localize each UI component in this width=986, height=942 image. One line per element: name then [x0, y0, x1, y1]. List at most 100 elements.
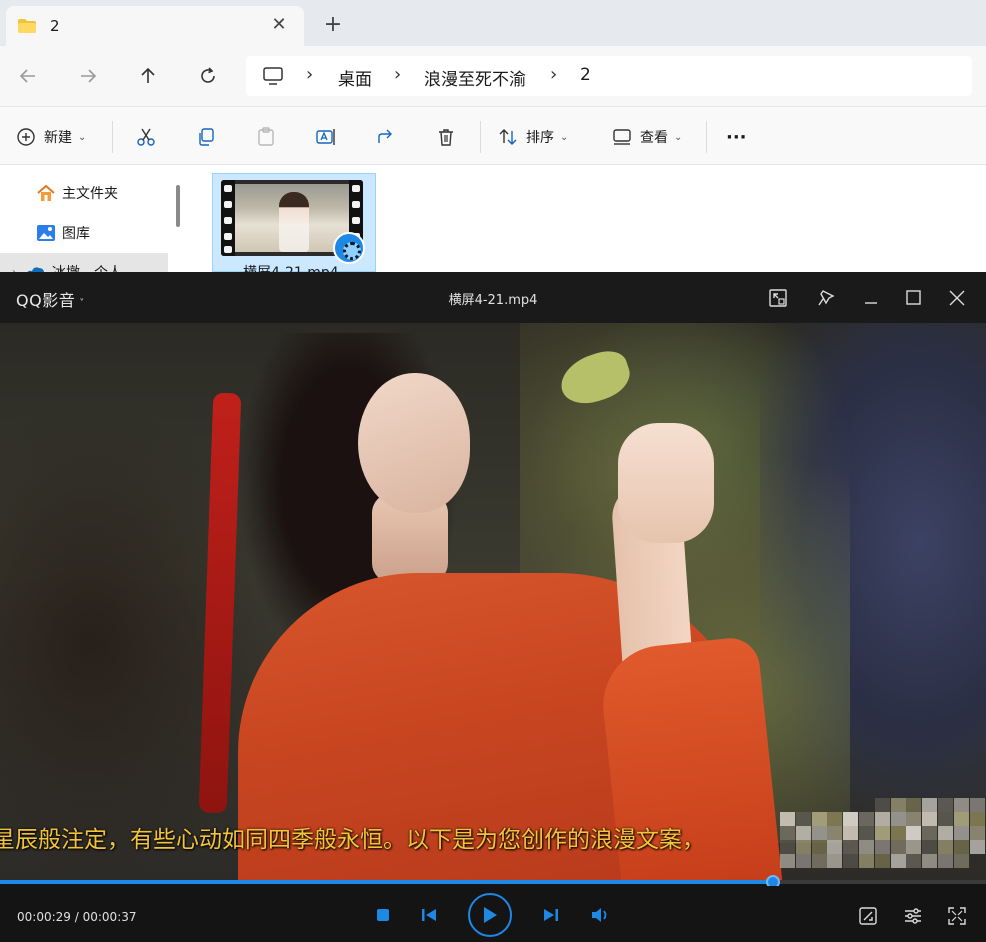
mosaic-cell: [922, 854, 938, 868]
mosaic-cell: [780, 826, 795, 840]
file-explorer-window: 2 ✕ + › 桌面 › 浪漫至死不渝 › 2 新建 ⌄ 排序 ⌄ 查看 ⌄ ·…: [0, 0, 986, 281]
new-label: 新建: [44, 130, 72, 146]
explorer-tab[interactable]: 2 ✕: [6, 6, 304, 46]
close-tab-icon[interactable]: ✕: [268, 14, 290, 36]
thumbnail-figure: [279, 192, 309, 252]
time-display: 00:00:29 / 00:00:37: [17, 910, 137, 924]
sidebar-item-label: 图库: [62, 226, 90, 242]
explorer-navbar: › 桌面 › 浪漫至死不渝 › 2: [0, 46, 986, 106]
forward-button[interactable]: [72, 60, 104, 92]
mosaic-cell: [811, 812, 827, 826]
close-button[interactable]: [946, 287, 968, 309]
refresh-button[interactable]: [192, 60, 224, 92]
mosaic-cell: [890, 798, 906, 812]
next-button[interactable]: [541, 906, 561, 924]
scissors-icon: [137, 128, 155, 146]
video-subtitle: 星辰般注定，有些心动如同四季般永恒。以下是为您创作的浪漫文案，: [0, 827, 705, 853]
volume-button[interactable]: [589, 905, 611, 925]
breadcrumb-desktop[interactable]: 桌面: [338, 65, 372, 90]
rename-button[interactable]: [316, 125, 336, 149]
cut-button[interactable]: [136, 125, 156, 149]
mosaic-cell: [843, 854, 859, 868]
video-frame[interactable]: 星辰般注定，有些心动如同四季般永恒。以下是为您创作的浪漫文案，: [0, 323, 986, 880]
mosaic-cell: [827, 854, 843, 868]
settings-button[interactable]: [902, 905, 924, 927]
mosaic-cell: [969, 840, 985, 854]
stop-button[interactable]: [374, 906, 392, 924]
chevron-down-icon: ⌄: [78, 131, 87, 143]
gallery-icon: [37, 225, 55, 241]
mosaic-cell: [795, 826, 811, 840]
more-options-button[interactable]: ···: [726, 125, 747, 149]
mosaic-cell: [843, 840, 859, 854]
desktop: 2 ✕ + › 桌面 › 浪漫至死不渝 › 2 新建 ⌄ 排序 ⌄ 查看 ⌄ ·…: [0, 0, 986, 942]
mosaic-cell: [811, 854, 827, 868]
up-button[interactable]: [132, 60, 164, 92]
file-item[interactable]: 横屏4-21.mp4: [212, 173, 376, 281]
mosaic-cell: [922, 812, 938, 826]
mosaic-cell: [874, 798, 890, 812]
minimize-icon: [865, 302, 877, 304]
mosaic-cell: [827, 840, 843, 854]
screenshot-button[interactable]: [857, 905, 879, 927]
mosaic-cell: [906, 840, 922, 854]
sidebar-item-gallery[interactable]: 图库: [36, 222, 90, 244]
mosaic-cell: [859, 812, 874, 826]
maximize-button[interactable]: [903, 287, 925, 309]
sort-button[interactable]: 排序 ⌄: [498, 125, 568, 149]
breadcrumb-current[interactable]: 2: [580, 65, 591, 85]
pin-icon: [818, 290, 835, 306]
mosaic-cell: [922, 826, 938, 840]
mini-mode-button[interactable]: [767, 287, 789, 309]
arrow-up-icon: [141, 67, 155, 83]
chevron-right-icon: ›: [306, 64, 314, 85]
skip-next-icon: [544, 909, 558, 921]
mosaic-cell: [953, 812, 969, 826]
chevron-right-icon: ›: [550, 64, 558, 85]
mosaic-cell: [938, 798, 953, 812]
breadcrumb-folder[interactable]: 浪漫至死不渝: [424, 65, 526, 90]
play-icon: [484, 907, 497, 923]
previous-button[interactable]: [419, 906, 439, 924]
delete-button[interactable]: [436, 125, 456, 149]
sliders-icon: [905, 908, 921, 924]
mosaic-watermark: [780, 798, 986, 868]
folder-icon: [18, 19, 36, 33]
film-strip-left: [221, 180, 235, 256]
paste-button[interactable]: [256, 125, 276, 149]
mosaic-cell: [906, 826, 922, 840]
mosaic-cell: [938, 812, 953, 826]
mosaic-cell: [859, 854, 874, 868]
stop-icon: [377, 909, 389, 921]
minimize-button[interactable]: [860, 287, 882, 309]
video-face: [358, 373, 470, 513]
mosaic-cell: [953, 826, 969, 840]
new-tab-button[interactable]: +: [320, 12, 346, 38]
mosaic-cell: [953, 798, 969, 812]
address-bar[interactable]: › 桌面 › 浪漫至死不渝 › 2: [246, 56, 972, 96]
new-button[interactable]: 新建 ⌄: [16, 125, 86, 149]
mosaic-cell: [906, 854, 922, 868]
pin-on-top-button[interactable]: [815, 287, 837, 309]
back-button[interactable]: [12, 60, 44, 92]
mosaic-cell: [780, 840, 795, 854]
mosaic-cell: [890, 812, 906, 826]
divider: [706, 121, 707, 153]
copy-button[interactable]: [196, 125, 216, 149]
arrow-right-icon: [81, 69, 97, 83]
sidebar-item-label: 主文件夹: [62, 186, 118, 202]
sidebar-scrollbar[interactable]: [176, 185, 180, 227]
share-button[interactable]: [376, 125, 396, 149]
picture-in-picture-icon: [769, 289, 787, 307]
navigation-pane: 主文件夹 图库 › 冰墩 - 个人: [0, 165, 190, 281]
view-button[interactable]: 查看 ⌄: [612, 125, 682, 149]
fullscreen-button[interactable]: [946, 905, 968, 927]
mosaic-cell: [811, 840, 827, 854]
play-button[interactable]: [468, 893, 512, 937]
video-ginkgo-leaf: [554, 345, 636, 411]
mosaic-cell: [874, 812, 890, 826]
volume-icon: [592, 908, 607, 922]
mosaic-cell: [938, 854, 953, 868]
sidebar-item-home[interactable]: 主文件夹: [36, 182, 118, 204]
chevron-down-icon: ⌄: [674, 131, 683, 143]
